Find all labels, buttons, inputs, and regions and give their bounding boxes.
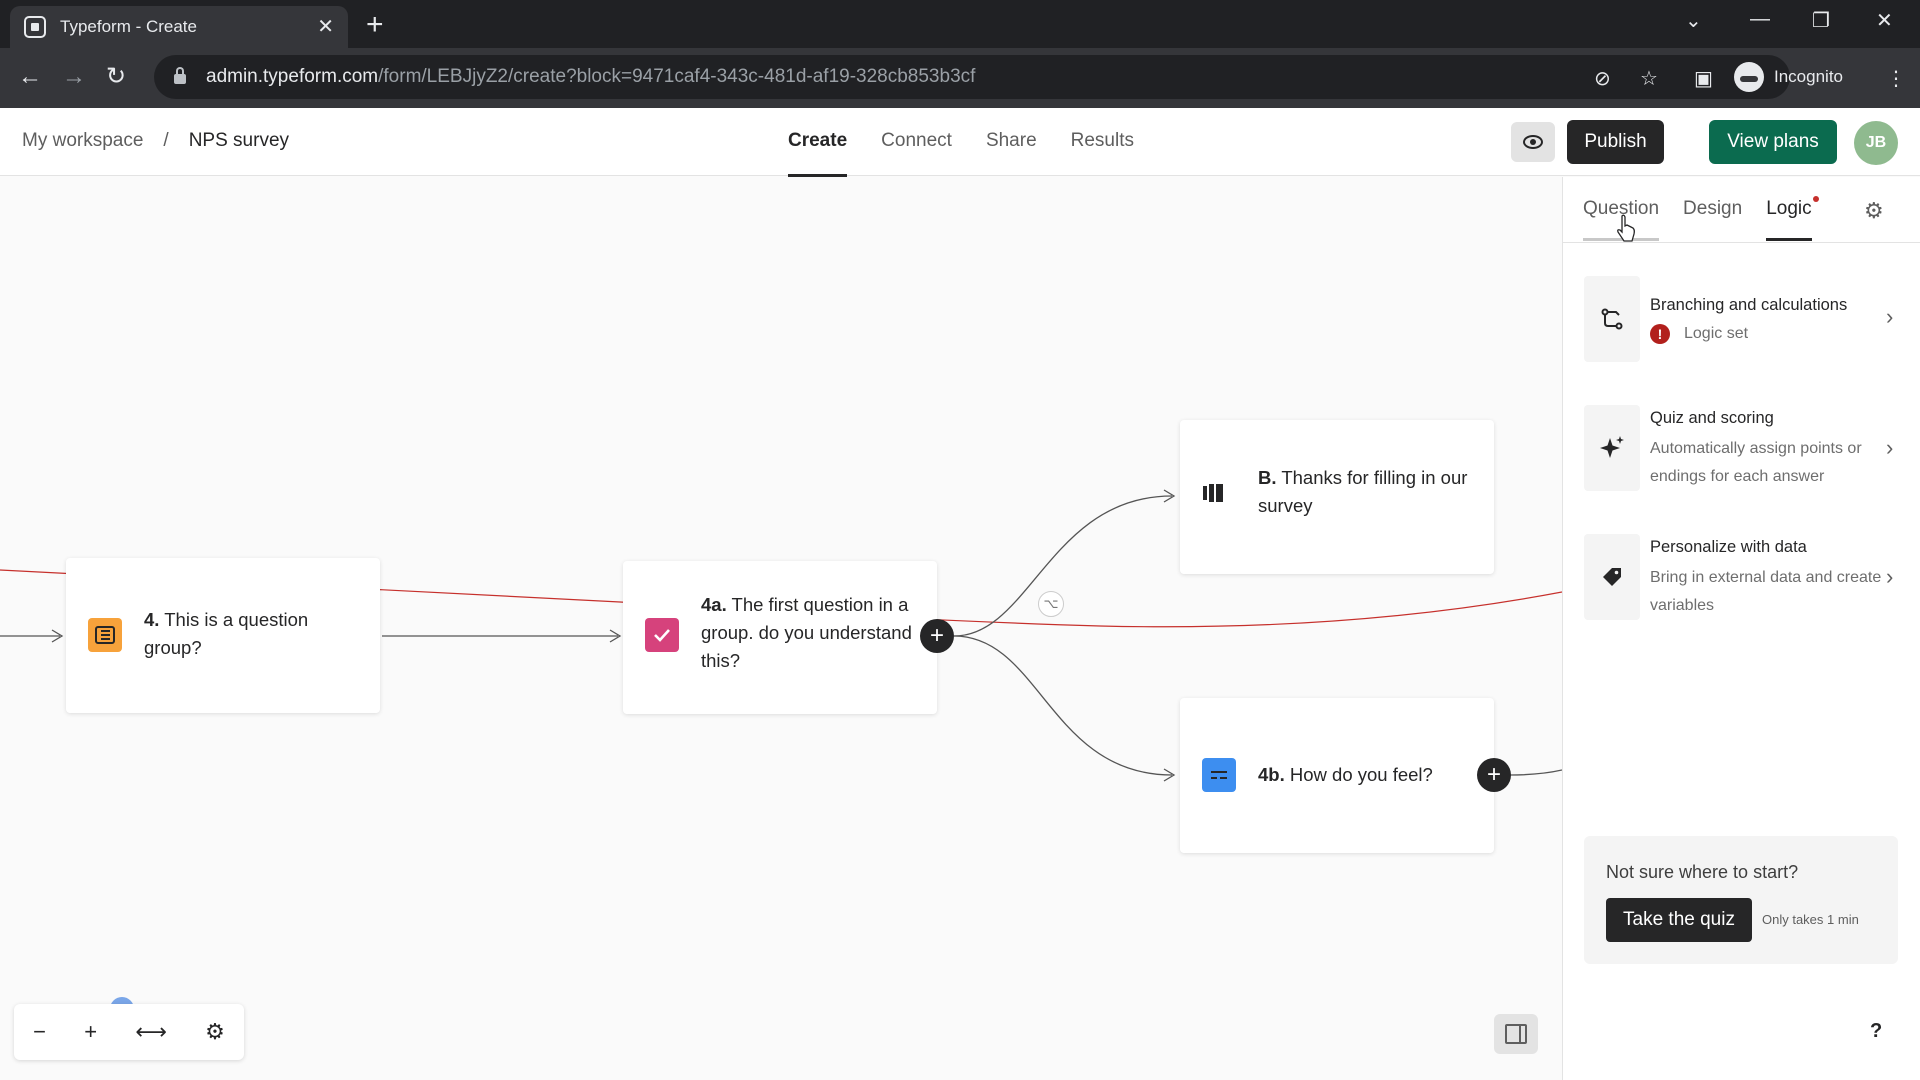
tab-design[interactable]: Design bbox=[1683, 198, 1742, 220]
short-text-icon bbox=[1202, 758, 1236, 792]
edge-4b-out bbox=[1509, 769, 1562, 776]
node-card-B[interactable]: B. Thanks for filling in our survey bbox=[1180, 420, 1494, 574]
panel-item-title: Branching and calculations bbox=[1650, 296, 1848, 314]
map-settings-icon[interactable]: ⚙ bbox=[205, 1019, 225, 1045]
edge-4a-4b bbox=[953, 635, 1173, 776]
help-icon[interactable]: ? bbox=[1870, 1020, 1882, 1043]
bookmark-star-icon[interactable]: ☆ bbox=[1640, 66, 1658, 91]
incognito-icon bbox=[1734, 62, 1764, 92]
app-root: Typeform - Create ✕ + ⌄ — ❐ ✕ ← → ↻ admi… bbox=[0, 0, 1920, 1080]
node-number: B. bbox=[1258, 467, 1277, 488]
error-icon: ! bbox=[1650, 323, 1670, 344]
fit-width-icon[interactable]: ⟷ bbox=[135, 1019, 167, 1045]
logic-alert-dot bbox=[1812, 196, 1819, 202]
quiz-duration-note: Only takes 1 min bbox=[1762, 912, 1859, 927]
quiz-prompt-card: Not sure where to start? Take the quiz O… bbox=[1584, 836, 1898, 964]
eye-slash-icon[interactable]: ⊘ bbox=[1594, 66, 1611, 91]
panel-item-description: Bring in external data and create variab… bbox=[1650, 569, 1882, 614]
take-quiz-button[interactable]: Take the quiz bbox=[1606, 898, 1752, 942]
zoom-in-icon[interactable]: + bbox=[84, 1019, 97, 1045]
sparkle-icon bbox=[1584, 405, 1640, 491]
node-card-4b[interactable]: 4b. How do you feel? bbox=[1180, 698, 1494, 853]
ending-icon bbox=[1196, 476, 1230, 510]
node-label-4: 4. This is a question group? bbox=[144, 606, 364, 662]
question-group-icon bbox=[88, 618, 122, 652]
node-label-4b: 4b. How do you feel? bbox=[1258, 761, 1483, 789]
window-close-icon[interactable]: ✕ bbox=[1876, 8, 1893, 33]
tab-logic[interactable]: Logic bbox=[1766, 196, 1819, 241]
chevron-right-icon: › bbox=[1886, 435, 1894, 460]
chevron-right-icon: › bbox=[1886, 304, 1894, 329]
logic-set-label: Logic set bbox=[1684, 325, 1749, 342]
gear-icon[interactable]: ⚙ bbox=[1864, 198, 1884, 224]
toggle-panel-button[interactable] bbox=[1494, 1014, 1538, 1054]
incognito-profile[interactable]: Incognito bbox=[1734, 58, 1843, 96]
node-label-4a: 4a. The first question in a group. do yo… bbox=[701, 591, 926, 675]
add-branch-button-4b[interactable]: + bbox=[1477, 758, 1511, 792]
node-number: 4a. bbox=[701, 594, 727, 615]
panel-icon bbox=[1505, 1024, 1527, 1044]
node-title: The first question in a group. do you un… bbox=[701, 594, 912, 671]
minimize-icon[interactable]: — bbox=[1750, 8, 1770, 31]
tab-search-icon[interactable]: ⌄ bbox=[1685, 8, 1702, 33]
publish-button[interactable]: Publish bbox=[1567, 120, 1664, 164]
browser-menu-icon[interactable]: ⋮ bbox=[1886, 66, 1906, 91]
tag-icon bbox=[1584, 534, 1640, 620]
node-card-4[interactable]: 4. This is a question group? bbox=[66, 558, 380, 713]
edge-4a-B bbox=[953, 495, 1173, 637]
node-card-4a[interactable]: 4a. The first question in a group. do yo… bbox=[623, 561, 937, 714]
panel-item-quiz[interactable]: Quiz and scoring Automatically assign po… bbox=[1584, 405, 1904, 491]
node-number: 4b. bbox=[1258, 764, 1285, 785]
avatar[interactable]: JB bbox=[1854, 121, 1898, 165]
branch-logic-icon[interactable]: ⌥ bbox=[1038, 591, 1064, 617]
checkbox-icon bbox=[645, 618, 679, 652]
mouse-pointer-icon bbox=[1617, 214, 1635, 242]
node-number: 4. bbox=[144, 609, 160, 630]
node-title: This is a question group? bbox=[144, 609, 309, 658]
branching-icon bbox=[1584, 276, 1640, 362]
panel-item-title: Personalize with data bbox=[1650, 538, 1807, 556]
tab-logic-label: Logic bbox=[1766, 198, 1812, 219]
panel-item-title: Quiz and scoring bbox=[1650, 409, 1774, 427]
quiz-prompt-text: Not sure where to start? bbox=[1606, 862, 1799, 882]
panel-item-status: ! Logic set bbox=[1650, 320, 1890, 348]
node-title: How do you feel? bbox=[1289, 764, 1433, 785]
zoom-out-icon[interactable]: − bbox=[33, 1019, 46, 1045]
panel-item-description: Automatically assign points or endings f… bbox=[1650, 440, 1862, 485]
chevron-right-icon: › bbox=[1886, 564, 1894, 589]
node-label-B: B. Thanks for filling in our survey bbox=[1258, 464, 1483, 520]
restore-icon[interactable]: ❐ bbox=[1812, 8, 1830, 33]
add-branch-button-4a[interactable]: + bbox=[920, 619, 954, 653]
view-plans-button[interactable]: View plans bbox=[1709, 120, 1837, 164]
side-panel-icon[interactable]: ▣ bbox=[1694, 66, 1713, 91]
panel-item-branching[interactable]: Branching and calculations ! Logic set › bbox=[1584, 276, 1904, 362]
panel-item-personalize[interactable]: Personalize with data Bring in external … bbox=[1584, 534, 1904, 620]
node-title: Thanks for filling in our survey bbox=[1258, 467, 1468, 516]
incognito-label: Incognito bbox=[1774, 67, 1843, 86]
zoom-controls: − + ⟷ ⚙ bbox=[14, 1004, 244, 1060]
